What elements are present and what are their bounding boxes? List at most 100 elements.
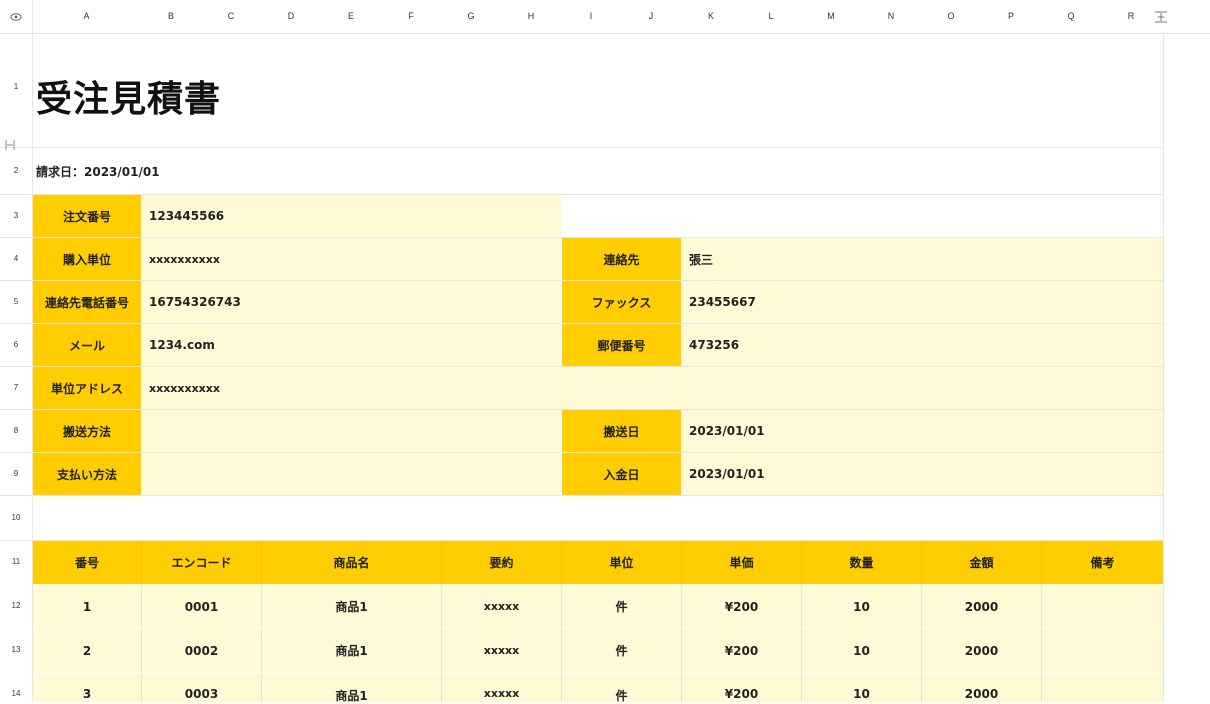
column-header-l[interactable]: L (741, 0, 801, 33)
pay-method-value[interactable] (141, 453, 561, 495)
table-cell[interactable] (1041, 585, 1163, 628)
row-header-11[interactable]: 11 (0, 557, 32, 566)
fax-value[interactable]: 23455667 (681, 281, 1163, 323)
eye-icon[interactable] (0, 0, 32, 33)
column-header-i[interactable]: I (561, 0, 621, 33)
column-header-p[interactable]: P (981, 0, 1041, 33)
table-cell[interactable]: 件 (561, 629, 681, 672)
table-header-quantity[interactable]: 数量 (801, 541, 921, 584)
table-cell[interactable]: 商品1 (261, 585, 441, 628)
table-cell[interactable] (1041, 673, 1163, 702)
table-cell[interactable]: 商品1 (261, 629, 441, 672)
row-header-13[interactable]: 13 (0, 645, 32, 654)
pay-date-value[interactable]: 2023/01/01 (681, 453, 1163, 495)
order-number-value[interactable]: 123445566 (141, 195, 561, 237)
table-header-unit-price[interactable]: 単価 (681, 541, 801, 584)
zip-value[interactable]: 473256 (681, 324, 1163, 366)
request-date[interactable]: 請求日：2023/01/01 (36, 163, 160, 180)
order-number-label[interactable]: 注文番号 (33, 195, 141, 237)
table-cell[interactable]: 2000 (921, 673, 1041, 702)
table-cell[interactable]: 2 (33, 629, 141, 672)
table-header-amount[interactable]: 金額 (921, 541, 1041, 584)
ship-date-value[interactable]: 2023/01/01 (681, 410, 1163, 452)
column-header-e[interactable]: E (321, 0, 381, 33)
table-cell[interactable]: 10 (801, 629, 921, 672)
row-line (0, 147, 1163, 148)
row-line (0, 495, 1163, 496)
table-cell[interactable]: 10 (801, 585, 921, 628)
row-header-12[interactable]: 12 (0, 601, 32, 610)
column-header-d[interactable]: D (261, 0, 321, 33)
row-header-4[interactable]: 4 (0, 254, 32, 263)
row-header-2[interactable]: 2 (0, 166, 32, 175)
table-cell[interactable] (1041, 629, 1163, 672)
mail-value[interactable]: 1234.com (141, 324, 561, 366)
column-header-k[interactable]: K (681, 0, 741, 33)
freeze-rows-icon[interactable] (0, 139, 20, 153)
row-header-5[interactable]: 5 (0, 297, 32, 306)
table-header-remarks[interactable]: 備考 (1041, 541, 1163, 584)
column-header-h[interactable]: H (501, 0, 561, 33)
row-header-9[interactable]: 9 (0, 469, 32, 478)
table-header-code[interactable]: エンコード (141, 541, 261, 584)
sheet-right-edge (1163, 33, 1164, 702)
freeze-columns-icon[interactable] (1153, 0, 1169, 33)
ship-method-label[interactable]: 搬送方法 (33, 410, 141, 452)
table-cell[interactable]: 0003 (141, 673, 261, 702)
table-cell[interactable]: ¥200 (681, 585, 801, 628)
table-header-number[interactable]: 番号 (33, 541, 141, 584)
column-header-q[interactable]: Q (1041, 0, 1101, 33)
table-cell[interactable]: 3 (33, 673, 141, 702)
address-value[interactable]: xxxxxxxxxx (141, 367, 1163, 409)
row-header-3[interactable]: 3 (0, 211, 32, 220)
ship-method-value[interactable] (141, 410, 561, 452)
purchase-unit-label[interactable]: 購入単位 (33, 238, 141, 280)
column-header-o[interactable]: O (921, 0, 981, 33)
table-cell[interactable]: 件 (561, 585, 681, 628)
contact-label[interactable]: 連絡先 (562, 238, 681, 280)
table-cell[interactable]: 件 (561, 673, 681, 703)
column-header-c[interactable]: C (201, 0, 261, 33)
row-header-10[interactable]: 10 (0, 513, 32, 522)
column-header-b[interactable]: B (141, 0, 201, 33)
row-header-8[interactable]: 8 (0, 426, 32, 435)
table-header-unit[interactable]: 単位 (561, 541, 681, 584)
row-header-6[interactable]: 6 (0, 340, 32, 349)
table-cell[interactable]: 1 (33, 585, 141, 628)
column-header-g[interactable]: G (441, 0, 501, 33)
table-cell[interactable]: xxxxx (441, 673, 561, 702)
phone-label[interactable]: 連絡先電話番号 (33, 281, 141, 323)
column-header-j[interactable]: J (621, 0, 681, 33)
row-header-7[interactable]: 7 (0, 383, 32, 392)
column-header-r[interactable]: R (1101, 0, 1161, 33)
row-header-1[interactable]: 1 (0, 82, 32, 91)
table-cell[interactable]: xxxxx (441, 585, 561, 628)
contact-value[interactable]: 張三 (681, 238, 1163, 280)
table-cell[interactable]: 2000 (921, 629, 1041, 672)
table-cell[interactable]: 商品1 (261, 673, 441, 703)
pay-method-label[interactable]: 支払い方法 (33, 453, 141, 495)
table-cell[interactable]: ¥200 (681, 629, 801, 672)
purchase-unit-value[interactable]: xxxxxxxxxx (141, 238, 561, 280)
mail-label[interactable]: メール (33, 324, 141, 366)
table-header-product[interactable]: 商品名 (261, 541, 441, 584)
ship-date-label[interactable]: 搬送日 (562, 410, 681, 452)
table-header-summary[interactable]: 要約 (441, 541, 561, 584)
address-label[interactable]: 単位アドレス (33, 367, 141, 409)
column-header-n[interactable]: N (861, 0, 921, 33)
pay-date-label[interactable]: 入金日 (562, 453, 681, 495)
table-cell[interactable]: 10 (801, 673, 921, 702)
table-cell[interactable]: 0002 (141, 629, 261, 672)
column-header-f[interactable]: F (381, 0, 441, 33)
column-header-a[interactable]: A (32, 0, 141, 33)
table-cell[interactable]: 0001 (141, 585, 261, 628)
column-header-m[interactable]: M (801, 0, 861, 33)
phone-value[interactable]: 16754326743 (141, 281, 561, 323)
table-cell[interactable]: ¥200 (681, 673, 801, 702)
table-cell[interactable]: 2000 (921, 585, 1041, 628)
table-cell[interactable]: xxxxx (441, 629, 561, 672)
fax-label[interactable]: ファックス (562, 281, 681, 323)
zip-label[interactable]: 郵便番号 (562, 324, 681, 366)
document-title[interactable]: 受注見積書 (36, 70, 221, 122)
row-header-14[interactable]: 14 (0, 689, 32, 698)
